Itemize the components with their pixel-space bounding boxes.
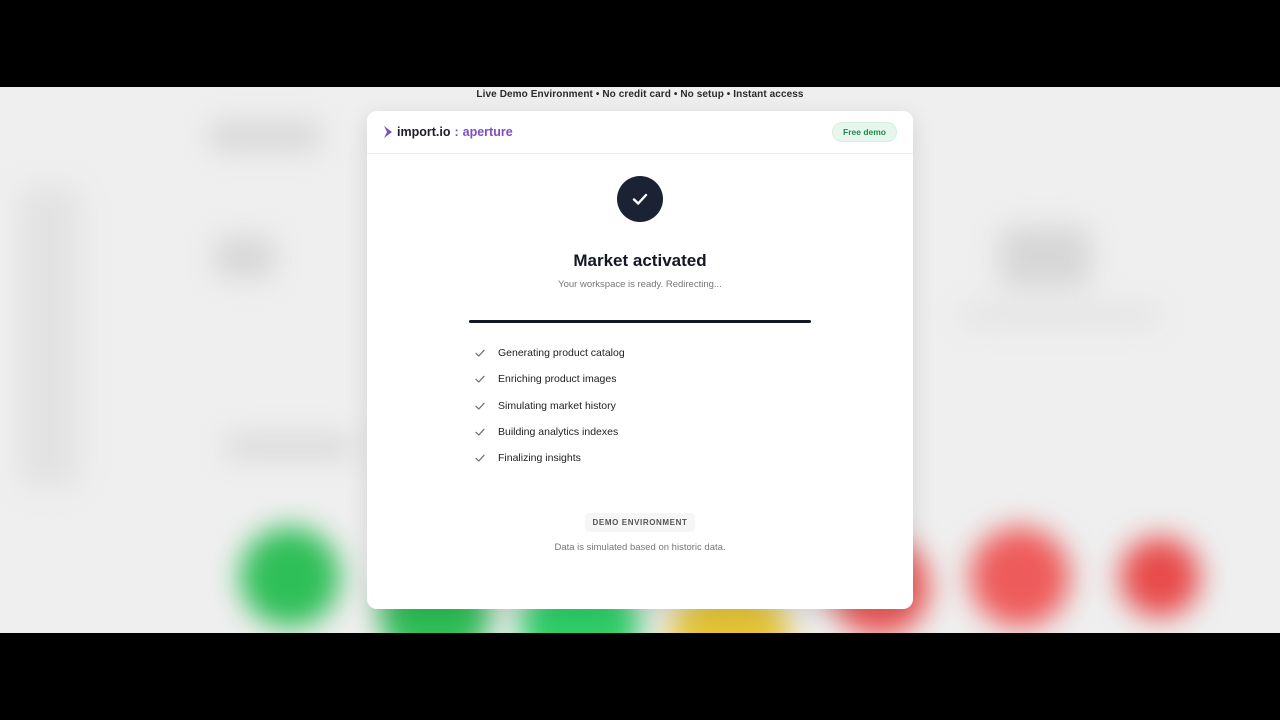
step-label: Simulating market history — [498, 399, 616, 412]
list-item: Finalizing insights — [474, 445, 814, 471]
free-demo-badge: Free demo — [832, 122, 897, 142]
demo-banner: Live Demo Environment • No credit card •… — [476, 89, 804, 100]
logo-product-text: aperture — [462, 125, 513, 139]
step-label: Enriching product images — [498, 373, 617, 386]
step-check-icon — [475, 349, 485, 357]
list-item: Building analytics indexes — [474, 419, 814, 445]
modal-title: Market activated — [573, 251, 707, 270]
activation-modal: import.io: aperture Free demo Market acti… — [367, 111, 913, 609]
setup-steps-list: Generating product catalog Enriching pro… — [474, 340, 814, 471]
step-label: Building analytics indexes — [498, 426, 619, 439]
step-check-icon — [475, 455, 485, 462]
progress-fill — [469, 320, 811, 323]
logo-chevron-icon — [384, 126, 392, 138]
letterbox-top — [0, 0, 1280, 87]
progress-bar — [469, 320, 811, 323]
check-icon — [632, 193, 648, 205]
list-item: Enriching product images — [474, 366, 814, 392]
modal-subtitle: Your workspace is ready. Redirecting... — [558, 279, 722, 290]
environment-badge-wrap: DEMO ENVIRONMENT — [367, 513, 913, 532]
step-check-icon — [475, 402, 485, 410]
list-item: Generating product catalog — [474, 340, 814, 366]
logo-main-text: import.io — [397, 125, 451, 139]
step-label: Generating product catalog — [498, 347, 625, 360]
list-item: Simulating market history — [474, 393, 814, 419]
logo-separator: : — [454, 125, 459, 139]
success-status — [617, 176, 663, 222]
brand-logo[interactable]: import.io: aperture — [383, 125, 513, 139]
step-check-icon — [475, 428, 485, 436]
modal-header: import.io: aperture Free demo — [367, 111, 913, 154]
letterbox-bottom — [0, 633, 1280, 720]
step-check-icon — [475, 376, 485, 384]
step-label: Finalizing insights — [498, 452, 581, 465]
environment-badge: DEMO ENVIRONMENT — [584, 513, 696, 532]
simulated-data-note: Data is simulated based on historic data… — [554, 542, 726, 553]
